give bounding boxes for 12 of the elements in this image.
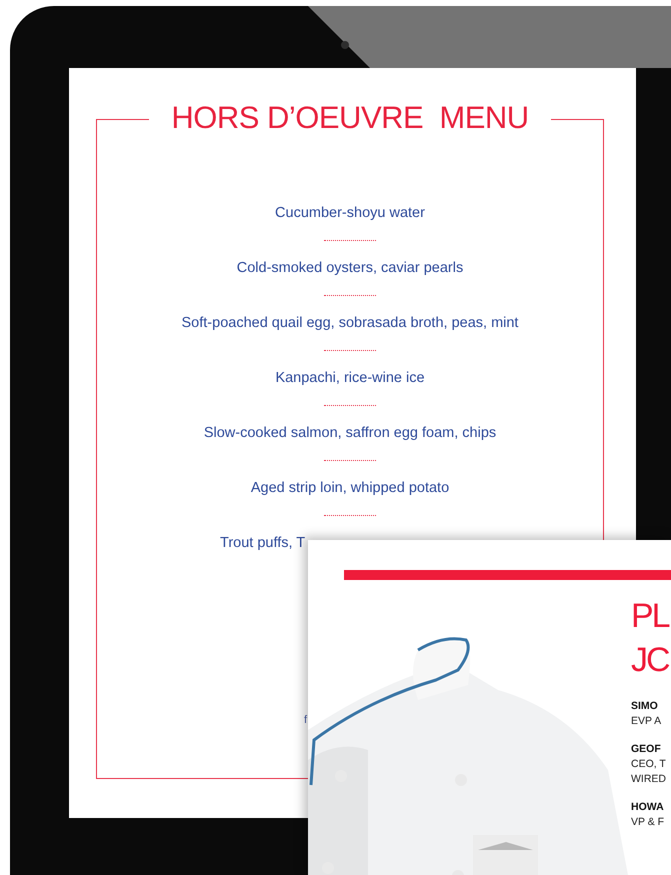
- card-heading: PL: [631, 596, 669, 637]
- camera-dot: [341, 41, 349, 49]
- person-name: SIMO: [631, 699, 658, 714]
- card-heading: JC: [631, 640, 669, 681]
- person-title: EVP A: [631, 714, 662, 729]
- footer-text: f: [303, 714, 308, 726]
- menu-title: HORS D’OEUVRE MENU: [170, 99, 530, 137]
- person-title: WIRED: [631, 772, 666, 787]
- person-title: VP & F: [631, 815, 664, 830]
- person-name: GEOF: [631, 742, 661, 757]
- person-title: CEO, T: [631, 757, 666, 772]
- person-name: HOWA: [631, 800, 664, 815]
